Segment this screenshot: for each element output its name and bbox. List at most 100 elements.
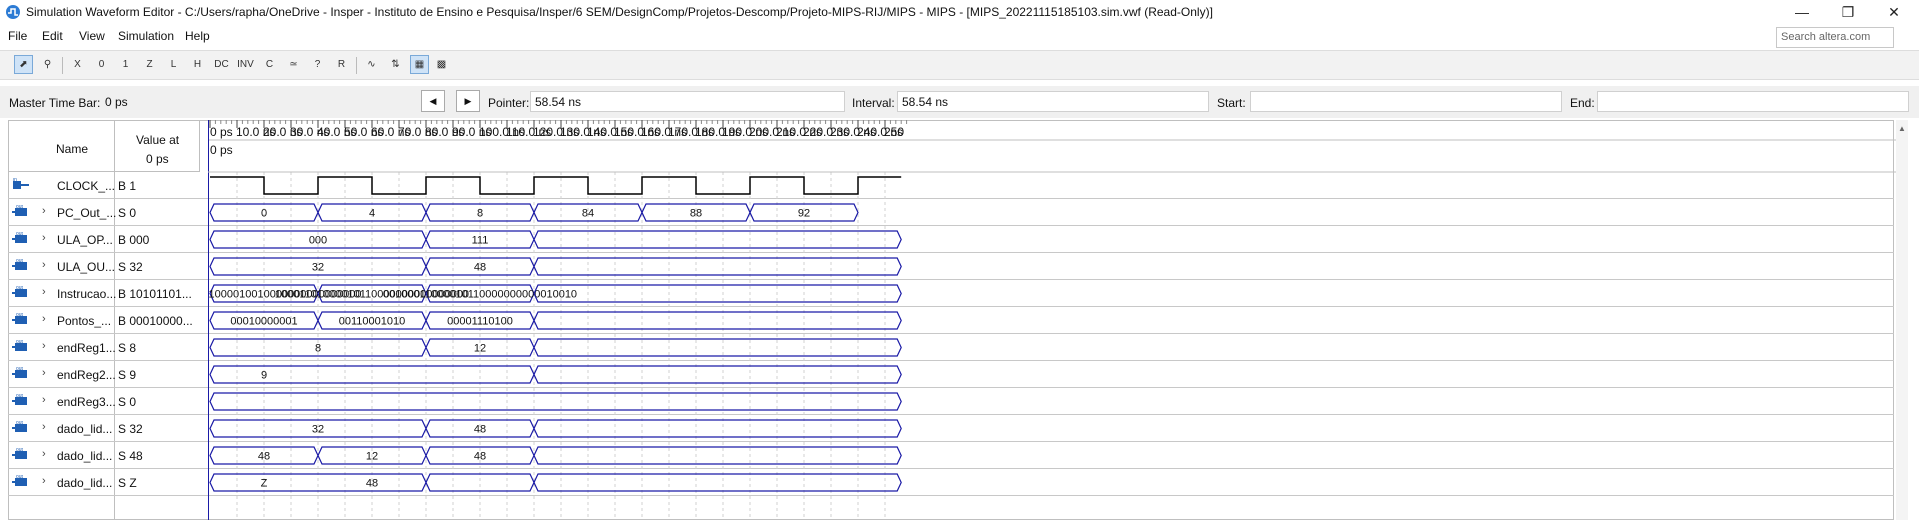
cursor-time-label: 0 ps (210, 143, 233, 157)
expand-chevron-icon[interactable]: › (42, 421, 46, 433)
snap-to-grid-icon[interactable]: ∿ (362, 55, 381, 74)
expand-chevron-icon[interactable]: › (42, 205, 46, 217)
signal-value: S 32 (118, 260, 143, 274)
menu-help[interactable]: Help (185, 29, 210, 43)
grid-settings-icon[interactable]: ▩ (432, 55, 451, 74)
interval-field: 58.54 ns (897, 91, 1209, 112)
expand-chevron-icon[interactable]: › (42, 232, 46, 244)
count-value-icon[interactable]: C (260, 55, 279, 74)
arbitrary-value-icon[interactable]: ? (308, 55, 327, 74)
signal-value: S 32 (118, 422, 143, 436)
expand-chevron-icon[interactable]: › (42, 448, 46, 460)
signal-name: dado_lid... (57, 449, 113, 463)
end-field[interactable] (1597, 91, 1909, 112)
menu-file[interactable]: File (8, 29, 27, 43)
bus-value-label: 4 (369, 208, 375, 220)
clock-waveform (210, 176, 902, 195)
output-pin-icon: out (12, 286, 27, 297)
next-transition-icon[interactable]: ▶ (456, 90, 480, 112)
svg-text:out: out (16, 394, 24, 399)
pointer-tool-icon[interactable]: ⬈ (14, 55, 33, 74)
output-pin-icon: out (12, 448, 27, 459)
search-input[interactable]: Search altera.com (1776, 27, 1894, 48)
bus-value-label: 92 (798, 208, 810, 220)
close-icon[interactable]: ✕ (1871, 0, 1917, 24)
zoom-tool-icon[interactable]: ⚲ (38, 55, 57, 74)
output-pin-icon: out (12, 340, 27, 351)
dont-care-icon[interactable]: DC (212, 55, 231, 74)
previous-transition-icon[interactable]: ◀ (421, 90, 445, 112)
bus-segment (533, 230, 902, 249)
bus-value-label: 88 (690, 208, 702, 220)
menu-simulation[interactable]: Simulation (118, 29, 174, 43)
expand-chevron-icon[interactable]: › (42, 394, 46, 406)
expand-chevron-icon[interactable]: › (42, 367, 46, 379)
bus-value-label: 84 (582, 208, 594, 220)
bus-value-label: 111 (472, 235, 489, 247)
signal-value: B 10101101... (118, 287, 192, 301)
time-tick-label: 250 (884, 125, 904, 139)
expand-chevron-icon[interactable]: › (42, 259, 46, 271)
svg-text:in: in (13, 178, 17, 183)
clock-value-icon[interactable]: ≃ (284, 55, 303, 74)
time-tick-label: 0 ps (210, 125, 233, 139)
random-value-icon[interactable]: R (332, 55, 351, 74)
forcing-unknown-icon[interactable]: X (68, 55, 87, 74)
pointer-label: Pointer: (488, 96, 530, 110)
high-impedance-icon[interactable]: Z (140, 55, 159, 74)
toolbar-separator (356, 57, 357, 74)
bus-value-label: 0 (261, 208, 267, 220)
bus-value-label: 48 (474, 424, 486, 436)
svg-text:out: out (16, 286, 24, 291)
bus-segment (533, 311, 902, 330)
invert-icon[interactable]: INV (236, 55, 255, 74)
vertical-scrollbar[interactable]: ▲ (1896, 120, 1908, 520)
signal-name: CLOCK_... (57, 179, 116, 193)
weak-high-icon[interactable]: H (188, 55, 207, 74)
master-time-bar-field[interactable]: 0 ps (100, 91, 412, 112)
input-pin-icon: in (13, 178, 29, 189)
bus-value-label: 48 (474, 262, 486, 274)
expand-chevron-icon[interactable]: › (42, 286, 46, 298)
svg-text:out: out (16, 232, 24, 237)
title-bar: Simulation Waveform Editor - C:/Users/ra… (0, 0, 1919, 24)
bus-segment (533, 419, 902, 438)
signal-name: endReg2... (57, 368, 116, 382)
forcing-low-icon[interactable]: 0 (92, 55, 111, 74)
sort-icon[interactable]: ⇅ (386, 55, 405, 74)
menu-view[interactable]: View (79, 29, 105, 43)
signal-value: S 8 (118, 341, 137, 355)
expand-chevron-icon[interactable]: › (42, 340, 46, 352)
bus-value-label: 48 (474, 451, 486, 463)
bus-segment (533, 257, 902, 276)
bus-value-label: 12 (366, 451, 378, 463)
menu-edit[interactable]: Edit (42, 29, 63, 43)
signal-value: S 0 (118, 206, 137, 220)
bus-value-label: 12 (474, 343, 486, 355)
signal-value: S Z (118, 476, 137, 490)
signal-value: B 00010000... (118, 314, 193, 328)
signal-value: S 48 (118, 449, 143, 463)
bus-value-label: 00100011000010110000000000010010 (383, 289, 577, 301)
start-field[interactable] (1250, 91, 1562, 112)
bus-value-label: 00010000001 (230, 316, 297, 328)
expand-chevron-icon[interactable]: › (42, 475, 46, 487)
bus-segment (533, 338, 902, 357)
bus-value-label: Z (261, 478, 268, 490)
column-header: Name Value at 0 ps (8, 120, 200, 172)
waveform-view-icon[interactable]: ▦ (410, 55, 429, 74)
toolbar: ⬈ ⚲ X 0 1 Z L H DC INV C ≃ ? R ∿ ⇅ ▦ ▩ (0, 50, 1919, 80)
weak-low-icon[interactable]: L (164, 55, 183, 74)
restore-icon[interactable]: ❐ (1825, 0, 1871, 24)
forcing-high-icon[interactable]: 1 (116, 55, 135, 74)
signal-name: Pontos_... (57, 314, 112, 328)
signal-name: ULA_OU... (57, 260, 116, 274)
bus-segment (533, 446, 902, 465)
waveform-canvas[interactable]: 0 ps 10.0 ns20.0 ns30.0 ns40.0 ns50.0 ns6… (208, 120, 1896, 520)
signal-value: B 000 (118, 233, 150, 247)
minimize-icon[interactable]: — (1779, 0, 1825, 24)
signal-name: endReg1... (57, 341, 116, 355)
expand-chevron-icon[interactable]: › (42, 313, 46, 325)
scroll-up-icon[interactable]: ▲ (1898, 124, 1906, 133)
signal-name: PC_Out_... (57, 206, 117, 220)
